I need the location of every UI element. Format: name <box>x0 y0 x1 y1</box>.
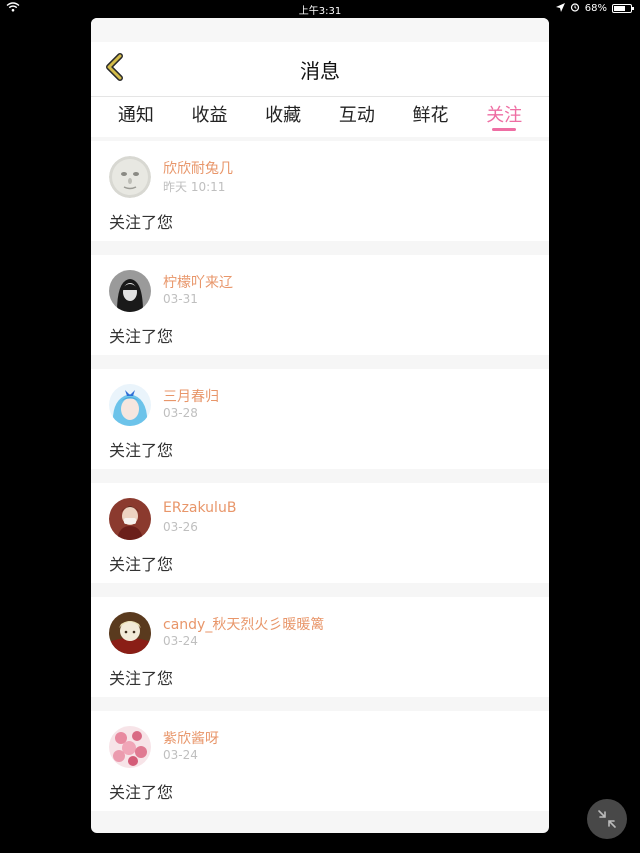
tab-bar: 通知 收益 收藏 互动 鲜花 关注 <box>91 97 549 137</box>
timestamp: 昨天 10:11 <box>163 180 226 194</box>
username[interactable]: 柠檬吖来辽 <box>163 272 233 292</box>
panel-top-strip <box>91 18 549 42</box>
list-item[interactable]: 紫欣酱呀 03-24 关注了您 <box>91 711 549 811</box>
list-item[interactable]: ERzakuluB 03-26 关注了您 <box>91 483 549 583</box>
tab-notifications[interactable]: 通知 <box>99 97 173 127</box>
action-text: 关注了您 <box>109 441 174 460</box>
timestamp: 03-24 <box>163 634 198 648</box>
collapse-button[interactable] <box>587 799 627 839</box>
page-title: 消息 <box>300 59 340 83</box>
tab-favorites[interactable]: 收藏 <box>246 97 320 127</box>
battery-percent: 68% <box>584 3 607 14</box>
tab-interactions[interactable]: 互动 <box>320 97 394 127</box>
timestamp: 03-24 <box>163 748 198 762</box>
battery-level <box>614 6 625 11</box>
status-bar: 上午3:31 68% <box>0 0 640 18</box>
avatar[interactable] <box>109 612 151 654</box>
avatar[interactable] <box>109 270 151 312</box>
status-time: 上午3:31 <box>298 6 342 17</box>
action-text: 关注了您 <box>109 555 174 574</box>
avatar[interactable] <box>109 156 151 198</box>
messages-panel: 消息 通知 收益 收藏 互动 鲜花 关注 欣欣耐兔几 昨天 10:11 关注了您 <box>91 18 549 833</box>
action-text: 关注了您 <box>109 327 174 346</box>
timestamp: 03-28 <box>163 406 198 420</box>
avatar[interactable] <box>109 498 151 540</box>
follower-list: 欣欣耐兔几 昨天 10:11 关注了您 柠檬吖来辽 03-31 关注了您 三月春… <box>91 141 549 811</box>
avatar[interactable] <box>109 384 151 426</box>
location-icon <box>555 2 565 15</box>
collapse-arrows-icon <box>598 810 616 828</box>
alarm-icon <box>570 2 580 15</box>
list-item[interactable]: candy_秋天烈火彡暖暖篱 03-24 关注了您 <box>91 597 549 697</box>
list-item[interactable]: 欣欣耐兔几 昨天 10:11 关注了您 <box>91 141 549 241</box>
timestamp: 03-26 <box>163 520 198 534</box>
username[interactable]: 紫欣酱呀 <box>163 728 219 748</box>
tab-earnings[interactable]: 收益 <box>173 97 247 127</box>
battery-icon <box>612 4 634 13</box>
action-text: 关注了您 <box>109 213 174 232</box>
list-item[interactable]: 柠檬吖来辽 03-31 关注了您 <box>91 255 549 355</box>
timestamp: 03-31 <box>163 292 198 306</box>
avatar[interactable] <box>109 726 151 768</box>
action-text: 关注了您 <box>109 783 174 802</box>
username[interactable]: candy_秋天烈火彡暖暖篱 <box>163 614 324 634</box>
tab-flowers[interactable]: 鲜花 <box>394 97 468 127</box>
username[interactable]: ERzakuluB <box>163 500 236 516</box>
username[interactable]: 欣欣耐兔几 <box>163 158 233 178</box>
tab-following[interactable]: 关注 <box>467 97 541 127</box>
action-text: 关注了您 <box>109 669 174 688</box>
nav-bar: 消息 <box>91 42 549 97</box>
username[interactable]: 三月春归 <box>163 386 219 406</box>
list-item[interactable]: 三月春归 03-28 关注了您 <box>91 369 549 469</box>
